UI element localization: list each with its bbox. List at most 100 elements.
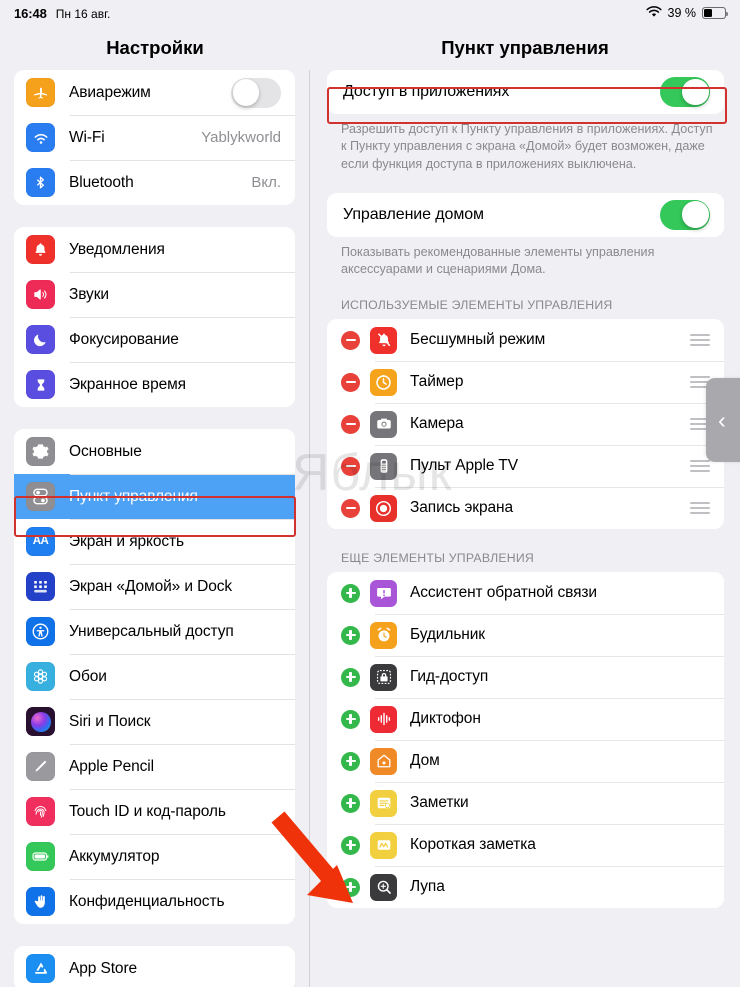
- sidebar-item-label: Apple Pencil: [69, 757, 154, 775]
- included-control-row[interactable]: Пульт Apple TV: [327, 445, 724, 488]
- battery-percent: 39 %: [667, 6, 697, 20]
- more-control-row[interactable]: Короткая заметка: [327, 824, 724, 867]
- add-control-button[interactable]: [341, 751, 360, 771]
- minus-icon: [345, 423, 356, 426]
- control-label: Заметки: [410, 794, 469, 812]
- remove-control-button[interactable]: [341, 456, 360, 476]
- text-size-icon: AA: [26, 527, 55, 556]
- battery-icon: [702, 7, 729, 19]
- control-center-detail-pane[interactable]: Доступ в приложениях Разрешить доступ к П…: [311, 26, 740, 987]
- apple-tv-remote-icon: [370, 452, 397, 480]
- remove-control-button[interactable]: [341, 498, 360, 518]
- more-control-row[interactable]: Будильник: [327, 614, 724, 657]
- add-control-button[interactable]: [341, 793, 360, 813]
- pencil-icon: [26, 752, 55, 781]
- home-control-setting-group: Управление домом: [327, 192, 724, 237]
- more-control-row[interactable]: Лупа: [327, 866, 724, 909]
- bell-slash-icon: [370, 326, 397, 354]
- sidebar-item-label: Экран «Домой» и Dock: [69, 577, 233, 595]
- more-control-row[interactable]: Гид-доступ: [327, 656, 724, 699]
- sidebar-item-пункт-управления[interactable]: Пункт управления: [14, 474, 295, 519]
- sidebar-item-label: Фокусирование: [69, 330, 179, 348]
- slideover-handle-tab[interactable]: ‹: [706, 378, 740, 462]
- sidebar-item-label: App Store: [69, 959, 138, 977]
- airplane-mode-toggle[interactable]: [231, 77, 281, 108]
- wifi-icon: [645, 5, 662, 21]
- sidebar-item-обои[interactable]: Обои: [14, 654, 295, 699]
- app-access-setting-row[interactable]: Доступ в приложениях: [327, 70, 724, 114]
- sidebar-item-авиарежим[interactable]: Авиарежим: [14, 70, 295, 115]
- reorder-handle[interactable]: [690, 457, 710, 475]
- remove-control-button[interactable]: [341, 330, 360, 350]
- app-access-setting-toggle[interactable]: [660, 77, 710, 107]
- add-control-button[interactable]: [341, 667, 360, 687]
- sidebar-item-label: Универсальный доступ: [69, 622, 234, 640]
- sidebar-item-аккумулятор[interactable]: Аккумулятор: [14, 834, 295, 879]
- more-control-row[interactable]: Заметки: [327, 782, 724, 825]
- home-control-setting-row[interactable]: Управление домом: [327, 192, 724, 237]
- accessibility-icon: [26, 617, 55, 646]
- home-control-setting-footer: Показывать рекомендованные элементы упра…: [341, 244, 655, 276]
- siri-icon: [26, 707, 55, 736]
- more-control-row[interactable]: Диктофон: [327, 698, 724, 741]
- sidebar-item-wi-fi[interactable]: Wi-Fi Yablykworld: [14, 115, 295, 160]
- minus-icon: [345, 465, 356, 468]
- reorder-handle[interactable]: [690, 499, 710, 517]
- settings-sidebar[interactable]: Авиарежим Wi-Fi Yablykworld Bluetooth Вкл. Ув…: [0, 26, 310, 987]
- guided-access-icon: [370, 663, 397, 691]
- magnifier-icon: [370, 873, 397, 901]
- control-center-icon: [26, 482, 55, 511]
- sidebar-item-экран-и-яркость[interactable]: AA Экран и яркость: [14, 519, 295, 564]
- remove-control-button[interactable]: [341, 372, 360, 392]
- sidebar-item-label: Конфиденциальность: [69, 892, 225, 910]
- control-label: Диктофон: [410, 710, 481, 728]
- notes-icon: [370, 789, 397, 817]
- add-control-button[interactable]: [341, 625, 360, 645]
- sidebar-item-уведомления[interactable]: Уведомления: [14, 227, 295, 272]
- app-access-setting-footer: Разрешить доступ к Пункту управления в п…: [341, 122, 713, 171]
- ipad-settings-screen: 16:48 Пн 16 авг. 39 % Настройки Пункт уп…: [0, 0, 740, 987]
- home-control-setting-toggle[interactable]: [660, 199, 710, 230]
- included-control-row[interactable]: Камера: [327, 403, 724, 446]
- detail-body: Доступ в приложениях Разрешить доступ к П…: [311, 26, 740, 909]
- sidebar-item-apple-pencil[interactable]: Apple Pencil: [14, 744, 295, 789]
- add-control-button[interactable]: [341, 709, 360, 729]
- airplane-icon: [26, 78, 55, 107]
- timer-icon: [370, 368, 397, 396]
- sidebar-item-звуки[interactable]: Звуки: [14, 272, 295, 317]
- speaker-icon: [26, 280, 55, 309]
- more-control-row[interactable]: Дом: [327, 740, 724, 783]
- reorder-handle[interactable]: [690, 331, 710, 349]
- sidebar-item-siri-и-поиск[interactable]: Siri и Поиск: [14, 699, 295, 744]
- control-label: Лупа: [410, 878, 445, 896]
- status-bar: 16:48 Пн 16 авг. 39 %: [0, 0, 740, 26]
- camera-icon: [370, 410, 397, 438]
- sidebar-item-конфиденциальность[interactable]: Конфиденциальность: [14, 879, 295, 924]
- sidebar-item-bluetooth[interactable]: Bluetooth Вкл.: [14, 160, 295, 205]
- sidebar-item-label: Пункт управления: [69, 487, 198, 505]
- sidebar-item-основные[interactable]: Основные: [14, 429, 295, 474]
- included-control-row[interactable]: Таймер: [327, 361, 724, 404]
- sidebar-item-app-store[interactable]: App Store: [14, 946, 295, 987]
- home-icon: [370, 747, 397, 775]
- sidebar-item-фокусирование[interactable]: Фокусирование: [14, 317, 295, 362]
- more-control-row[interactable]: Ассистент обратной связи: [327, 572, 724, 615]
- sidebar-item-label: Обои: [69, 667, 107, 685]
- sidebar-item-value: Вкл.: [251, 174, 281, 191]
- add-control-button[interactable]: [341, 583, 360, 603]
- sidebar-item-экран-домой-и-dock[interactable]: Экран «Домой» и Dock: [14, 564, 295, 609]
- sidebar-item-touch-id-и-код-пароль[interactable]: Touch ID и код-пароль: [14, 789, 295, 834]
- remove-control-button[interactable]: [341, 414, 360, 434]
- plus-icon-v: [349, 588, 352, 599]
- battery-fill: [704, 9, 713, 17]
- screen-record-icon: [370, 494, 397, 522]
- included-control-row[interactable]: Запись экрана: [327, 487, 724, 530]
- included-control-row[interactable]: Бесшумный режим: [327, 319, 724, 362]
- sidebar-group: Уведомления Звуки Фокусирование Экранное вр…: [14, 227, 295, 407]
- control-label: Короткая заметка: [410, 836, 536, 854]
- sidebar-item-экранное-время[interactable]: Экранное время: [14, 362, 295, 407]
- wifi-icon: [26, 123, 55, 152]
- add-control-button[interactable]: [341, 877, 360, 897]
- add-control-button[interactable]: [341, 835, 360, 855]
- sidebar-item-универсальный-доступ[interactable]: Универсальный доступ: [14, 609, 295, 654]
